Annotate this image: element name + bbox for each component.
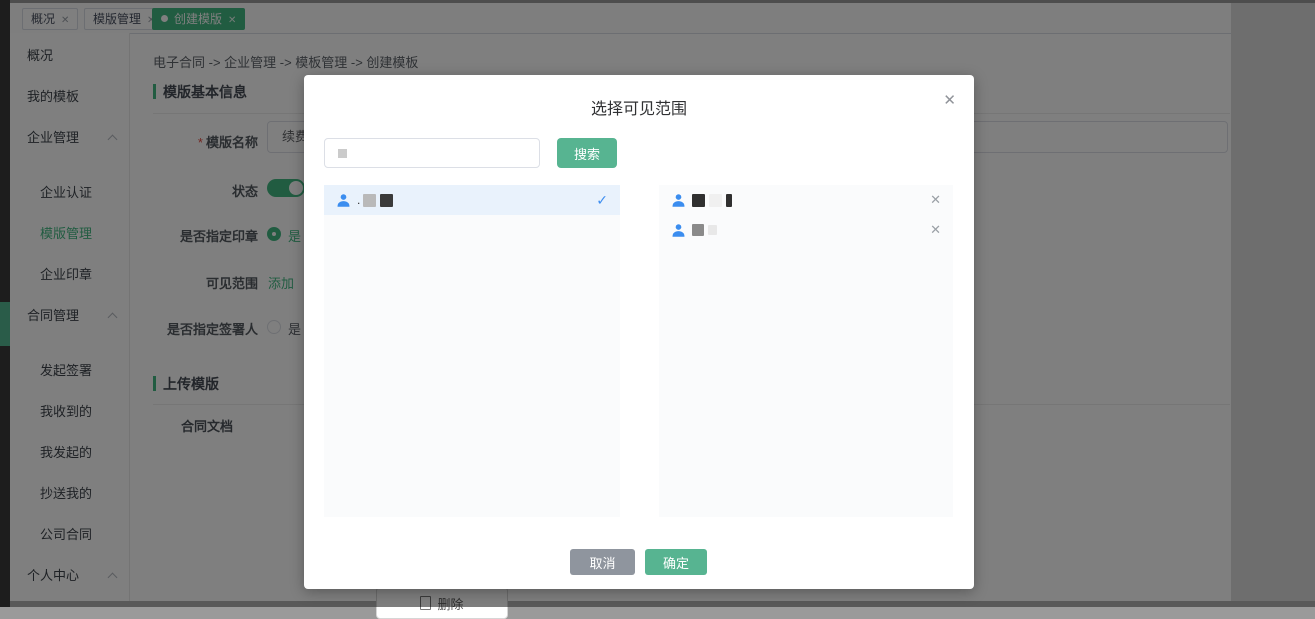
- remove-icon[interactable]: ✕: [930, 192, 941, 208]
- person-icon: [336, 193, 351, 208]
- person-icon: [671, 223, 686, 238]
- redacted-placeholder: [338, 149, 347, 158]
- check-icon: ✓: [596, 192, 608, 209]
- redacted-name-block: [709, 194, 722, 207]
- visible-range-dialog: 选择可见范围 ✕ 搜索 .✓ ✕✕ 取消 确定: [304, 75, 974, 589]
- search-input[interactable]: [324, 138, 540, 168]
- member-row[interactable]: ✕: [659, 215, 953, 245]
- candidate-list: .✓: [324, 185, 620, 517]
- selected-list: ✕✕: [659, 185, 953, 517]
- remove-icon[interactable]: ✕: [930, 222, 941, 238]
- confirm-button[interactable]: 确定: [645, 549, 707, 575]
- redacted-name-block: [380, 194, 393, 207]
- search-button[interactable]: 搜索: [557, 138, 617, 168]
- dialog-title: 选择可见范围: [304, 95, 974, 119]
- redacted-name-block: [692, 224, 704, 236]
- member-row[interactable]: ✕: [659, 185, 953, 215]
- redacted-name-block: [708, 225, 717, 235]
- person-icon: [671, 193, 686, 208]
- redacted-name-block: [692, 194, 705, 207]
- cancel-button[interactable]: 取消: [570, 549, 635, 575]
- member-row[interactable]: .✓: [324, 185, 620, 215]
- redacted-text: .: [357, 193, 360, 207]
- redacted-name-block: [363, 194, 376, 207]
- redacted-name-block: [726, 194, 732, 207]
- close-icon[interactable]: ✕: [941, 89, 958, 111]
